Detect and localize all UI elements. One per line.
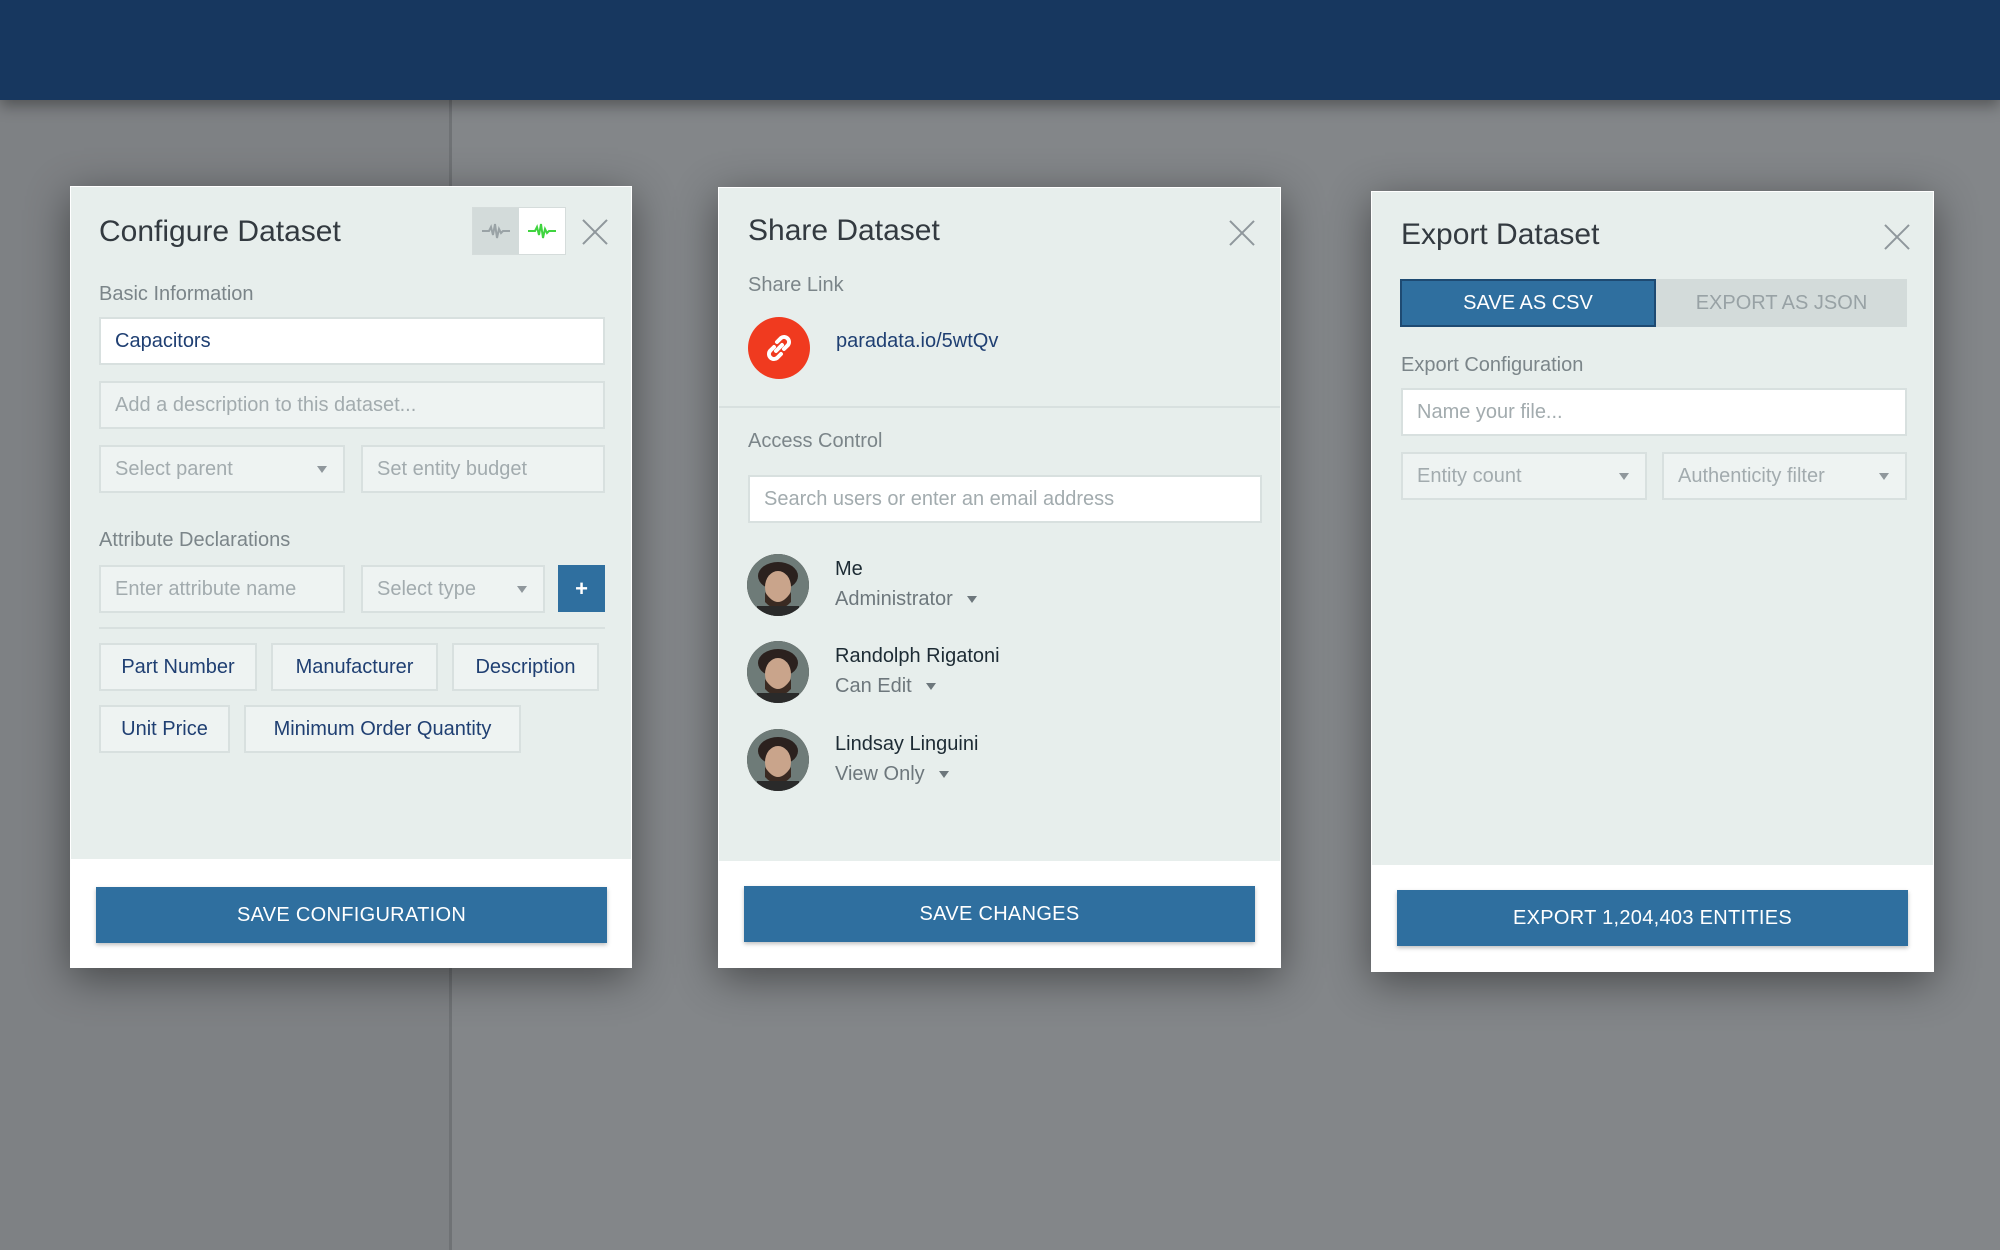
share-divider: [719, 406, 1280, 408]
file-name-input[interactable]: Name your file...: [1401, 388, 1907, 436]
add-attribute-button[interactable]: +: [558, 565, 605, 612]
user-row-lindsay-linguini: Lindsay Linguini View Only: [747, 729, 1227, 793]
attribute-tag-manufacturer[interactable]: Manufacturer: [271, 643, 438, 691]
user-role-dropdown[interactable]: View Only: [835, 763, 949, 786]
chevron-down-icon: [966, 596, 977, 603]
attribute-declarations-label: Attribute Declarations: [99, 529, 291, 551]
configure-dataset-dialog: Configure Dataset Basic Information Capa…: [70, 186, 632, 968]
select-parent-dropdown[interactable]: Select parent: [99, 445, 345, 493]
dataset-description-input[interactable]: Add a description to this dataset...: [99, 381, 605, 429]
user-row-randolph-rigatoni: Randolph Rigatoni Can Edit: [747, 641, 1227, 705]
waveform-off-button[interactable]: [473, 208, 519, 254]
tab-export-as-json[interactable]: EXPORT AS JSON: [1656, 279, 1907, 327]
user-row-me: Me Administrator: [747, 554, 1227, 618]
share-dataset-dialog: Share Dataset Share Link paradata.io/5wt…: [718, 187, 1281, 968]
user-name: Me: [835, 558, 863, 580]
dialog-title: Export Dataset: [1401, 218, 1600, 251]
save-changes-button[interactable]: SAVE CHANGES: [744, 886, 1255, 942]
top-app-bar: [0, 0, 2000, 100]
attribute-tag-description[interactable]: Description: [452, 643, 599, 691]
entity-count-label: Entity count: [1417, 464, 1522, 487]
user-name: Randolph Rigatoni: [835, 645, 1000, 667]
select-type-dropdown[interactable]: Select type: [361, 565, 545, 613]
basic-information-label: Basic Information: [99, 283, 254, 305]
chevron-down-icon: [1879, 473, 1889, 480]
user-role-label: View Only: [835, 763, 925, 785]
link-icon: [748, 317, 810, 379]
chevron-down-icon: [925, 683, 936, 690]
avatar: [747, 554, 809, 616]
user-name: Lindsay Linguini: [835, 733, 979, 755]
chevron-down-icon: [1619, 473, 1629, 480]
attribute-name-input[interactable]: Enter attribute name: [99, 565, 345, 613]
waveform-active-icon: [528, 223, 556, 239]
share-link-label: Share Link: [748, 274, 844, 296]
select-type-label: Select type: [377, 577, 476, 600]
user-role-label: Can Edit: [835, 675, 912, 697]
chevron-down-icon: [317, 466, 327, 473]
export-entities-button[interactable]: EXPORT 1,204,403 ENTITIES: [1397, 890, 1908, 946]
access-control-label: Access Control: [748, 430, 883, 452]
waveform-on-button[interactable]: [519, 208, 565, 254]
share-link-url[interactable]: paradata.io/5wtQv: [836, 330, 998, 353]
tab-save-as-csv[interactable]: SAVE AS CSV: [1400, 279, 1656, 327]
dialog-title: Configure Dataset: [99, 215, 341, 248]
attribute-tag-minimum-order-quantity[interactable]: Minimum Order Quantity: [244, 705, 521, 753]
waveform-toggle: [472, 207, 566, 255]
user-role-dropdown[interactable]: Can Edit: [835, 675, 936, 698]
export-format-tabs: SAVE AS CSV EXPORT AS JSON: [1400, 279, 1907, 327]
user-search-input[interactable]: Search users or enter an email address: [748, 475, 1262, 523]
dataset-name-input[interactable]: Capacitors: [99, 317, 605, 365]
attribute-tag-part-number[interactable]: Part Number: [99, 643, 257, 691]
chevron-down-icon: [938, 771, 949, 778]
close-icon[interactable]: [1227, 218, 1257, 248]
user-role-label: Administrator: [835, 588, 953, 610]
export-configuration-label: Export Configuration: [1401, 354, 1584, 376]
save-configuration-button[interactable]: SAVE CONFIGURATION: [96, 887, 607, 943]
close-icon[interactable]: [1882, 222, 1912, 252]
attributes-divider: [99, 627, 605, 629]
user-role-dropdown[interactable]: Administrator: [835, 588, 977, 611]
attribute-tag-unit-price[interactable]: Unit Price: [99, 705, 230, 753]
authenticity-filter-label: Authenticity filter: [1678, 464, 1825, 487]
dialog-title: Share Dataset: [748, 214, 940, 247]
export-dataset-dialog: Export Dataset SAVE AS CSV EXPORT AS JSO…: [1371, 191, 1934, 972]
waveform-icon: [482, 223, 510, 239]
avatar: [747, 729, 809, 791]
select-parent-label: Select parent: [115, 457, 233, 480]
authenticity-filter-dropdown[interactable]: Authenticity filter: [1662, 452, 1907, 500]
close-icon[interactable]: [580, 217, 610, 247]
entity-budget-input[interactable]: Set entity budget: [361, 445, 605, 493]
avatar: [747, 641, 809, 703]
entity-count-dropdown[interactable]: Entity count: [1401, 452, 1647, 500]
chevron-down-icon: [517, 586, 527, 593]
